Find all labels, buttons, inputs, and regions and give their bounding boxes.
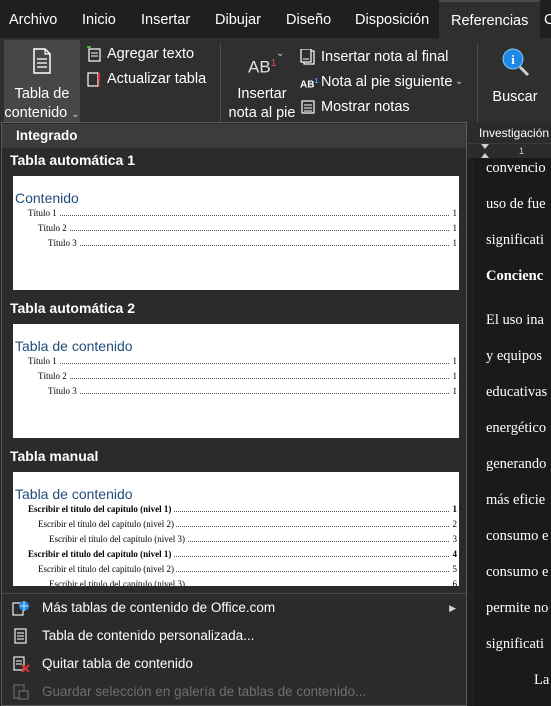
more-tocs-office-menu-item[interactable]: Más tablas de contenido de Office.com ▶ xyxy=(2,594,466,622)
custom-toc-icon xyxy=(14,628,27,644)
document-list-icon xyxy=(33,48,51,74)
insert-endnote-label: Insertar nota al final xyxy=(321,49,449,65)
add-text-label: Agregar texto xyxy=(107,46,195,62)
tab-disposicion[interactable]: Disposición xyxy=(355,0,429,38)
document-line: permite no xyxy=(486,600,549,616)
search-label: Buscar xyxy=(492,89,538,105)
document-line: y equipos xyxy=(486,348,542,364)
remove-toc-menu-item[interactable]: Quitar tabla de contenido xyxy=(2,650,466,678)
preview-heading: Tabla de contenido xyxy=(15,338,133,354)
show-notes-label: Mostrar notas xyxy=(321,99,410,115)
toc-entry: Escribir el título del capítulo (nivel 2… xyxy=(38,518,457,530)
search-button[interactable]: i Buscar xyxy=(484,40,546,124)
toc-entry: Título 31 xyxy=(48,385,457,397)
toc-button-label-1: Tabla de xyxy=(14,86,70,102)
horizontal-ruler[interactable]: 1 xyxy=(467,144,551,158)
footnote-ab-icon: AB1 xyxy=(248,57,277,77)
document-line: significati xyxy=(486,636,544,652)
chevron-down-icon: ⌄ xyxy=(71,109,80,120)
menu-item-label: Tabla de contenido personalizada... xyxy=(42,628,255,643)
toc-button-label-2: contenido xyxy=(4,105,68,121)
table-of-contents-button[interactable]: Tabla de contenido ⌄ xyxy=(4,40,80,124)
document-line: convencio xyxy=(486,160,546,176)
add-text-icon xyxy=(87,46,101,62)
insert-footnote-label-1: Insertar xyxy=(237,86,287,102)
document-line: generando xyxy=(486,456,547,472)
tab-diseno[interactable]: Diseño xyxy=(286,0,331,38)
ribbon-group-separator xyxy=(220,44,221,122)
toc-preview-automatic-1[interactable]: Contenido Título 11 Título 21 Título 31 xyxy=(13,176,459,290)
toc-entry: Título 21 xyxy=(38,370,457,382)
document-line: consumo e xyxy=(486,564,549,580)
toc-entry: Escribir el título del capítulo (nivel 1… xyxy=(28,503,457,515)
document-line: educativas xyxy=(486,384,548,400)
search-icon: i xyxy=(502,48,530,77)
tab-referencias[interactable]: Referencias xyxy=(439,0,541,38)
save-gallery-icon xyxy=(13,684,29,700)
show-notes-icon xyxy=(301,100,315,114)
ribbon-tab-bar: Archivo Inicio Insertar Dibujar Diseño D… xyxy=(0,0,551,38)
preview-heading: Contenido xyxy=(15,190,79,206)
document-page[interactable]: convencio uso de fue significati Concien… xyxy=(474,158,551,706)
chevron-down-icon: ⌄ xyxy=(455,76,464,87)
insert-footnote-label-2: nota al pie xyxy=(228,105,296,121)
preview-heading: Tabla de contenido xyxy=(15,486,133,502)
gallery-header: Integrado xyxy=(2,124,466,148)
toc-entry: Escribir el título del capítulo (nivel 1… xyxy=(28,548,457,560)
tab-archivo[interactable]: Archivo xyxy=(9,0,57,38)
save-selection-gallery-menu-item: Guardar selección en galería de tablas d… xyxy=(2,678,466,706)
document-line: La xyxy=(534,672,550,688)
toc-preview-manual[interactable]: Tabla de contenido Escribir el título de… xyxy=(13,472,459,586)
endnote-icon xyxy=(300,49,315,65)
next-footnote-label: Nota al pie siguiente xyxy=(321,74,453,90)
document-area: Investigación 1 convencio uso de fue sig… xyxy=(467,122,551,706)
remove-toc-icon xyxy=(13,656,30,672)
insert-footnote-button[interactable]: AB1 Insertar nota al pie xyxy=(226,40,298,124)
ruler-mark: 1 xyxy=(519,146,525,156)
tab-dibujar[interactable]: Dibujar xyxy=(215,0,261,38)
document-line: consumo e xyxy=(486,528,549,544)
table-of-contents-gallery: Integrado Tabla automática 1 Contenido T… xyxy=(1,122,467,706)
menu-item-label: Guardar selección en galería de tablas d… xyxy=(42,684,367,699)
section-title: Tabla automática 1 xyxy=(10,152,136,168)
research-pane-label: Investigación xyxy=(479,126,550,140)
next-footnote-icon: AB1 xyxy=(300,78,319,91)
toc-entry: Título 11 xyxy=(28,207,457,219)
svg-text:i: i xyxy=(511,52,515,67)
document-line: significati xyxy=(486,232,544,248)
update-table-label: Actualizar tabla xyxy=(107,71,207,87)
research-pane-header: Investigación xyxy=(467,122,551,144)
custom-toc-menu-item[interactable]: Tabla de contenido personalizada... xyxy=(2,622,466,650)
document-line: uso de fue xyxy=(486,196,546,212)
ruler-indent-marker-icon xyxy=(481,144,489,158)
ribbon-group-separator xyxy=(477,44,478,122)
toc-entry: Título 31 xyxy=(48,237,457,249)
toc-entry: Título 11 xyxy=(28,355,457,367)
toc-entry: Escribir el título del capítulo (nivel 2… xyxy=(38,563,457,575)
toc-entry: Escribir el título del capítulo (nivel 3… xyxy=(49,578,457,586)
toc-entry: Título 21 xyxy=(38,222,457,234)
update-table-icon xyxy=(87,72,101,87)
menu-item-label: Quitar tabla de contenido xyxy=(42,656,193,671)
document-line: más eficie xyxy=(486,492,546,508)
document-heading: Concienc xyxy=(486,268,544,284)
ribbon-toolbar: Tabla de contenido ⌄ Agregar texto ⌄ Act… xyxy=(0,38,551,126)
section-title: Tabla manual xyxy=(10,448,99,464)
tab-insertar[interactable]: Insertar xyxy=(141,0,190,38)
toc-preview-automatic-2[interactable]: Tabla de contenido Título 11 Título 21 T… xyxy=(13,324,459,438)
document-line: El uso ina xyxy=(486,312,544,328)
office-globe-icon xyxy=(12,601,29,616)
tab-more[interactable]: C xyxy=(544,0,551,38)
submenu-arrow-icon: ▶ xyxy=(449,603,456,613)
toc-entry: Escribir el título del capítulo (nivel 3… xyxy=(49,533,457,545)
section-title: Tabla automática 2 xyxy=(10,300,136,316)
tab-inicio[interactable]: Inicio xyxy=(82,0,116,38)
document-line: energético xyxy=(486,420,547,436)
menu-item-label: Más tablas de contenido de Office.com xyxy=(42,600,276,615)
